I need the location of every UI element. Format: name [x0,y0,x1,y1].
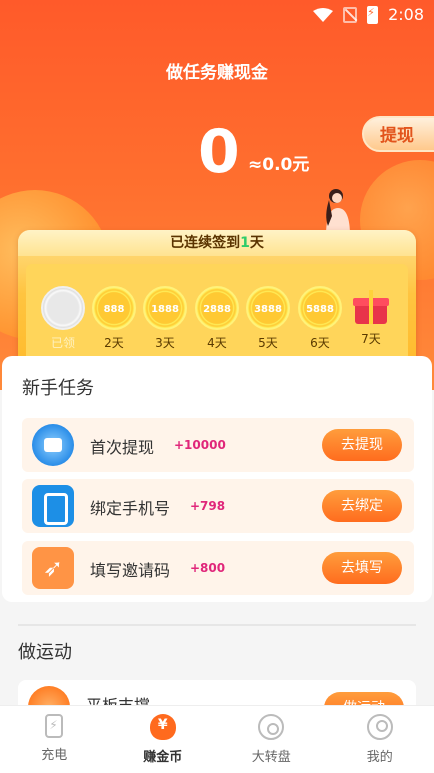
go-fill-button[interactable]: 去填写 [322,552,402,584]
nav-item-charge[interactable]: 充电 [0,706,109,773]
coin-icon: 1888 [143,286,187,330]
checkin-days-count: 1 [240,235,250,251]
checkin-day-label: 3天 [155,336,175,350]
nav-item-me[interactable]: 我的 [326,706,434,773]
coin-bag-icon [149,714,176,740]
bottom-nav: 充电 赚金币 大转盘 我的 [0,705,434,773]
checkin-day-label: 4天 [207,336,227,350]
nav-label: 我的 [366,750,393,765]
task-bonus: +798 [190,499,226,513]
header-area: 2:08 做任务赚现金 提现 0 ≈0.0元 已连续签到1天 已领 888 2天… [0,0,434,390]
checkin-summary: 已连续签到1天 [18,230,416,256]
checkin-day-7[interactable]: 7天 [348,286,394,347]
checkin-day-label: 2天 [104,336,124,350]
task-bonus: +10000 [174,438,226,452]
nav-label: 充电 [41,748,68,763]
coin-icon [41,286,85,330]
wifi-icon [313,7,334,22]
task-row-bind-phone: 绑定手机号 +798 去绑定 [22,479,414,533]
coin-icon: 888 [92,286,136,330]
section-divider [18,624,416,626]
wallet-icon [32,424,74,466]
sports-section-title: 做运动 [18,642,72,663]
status-bar: 2:08 [0,0,434,30]
page-title: 做任务赚现金 [166,63,268,83]
checkin-day-label: 6天 [310,336,330,350]
task-bonus: +800 [190,561,226,575]
task-name: 绑定手机号 [90,499,171,518]
charge-icon [45,714,64,738]
checkin-day-label: 已领 [50,336,75,350]
coin-icon: 2888 [195,286,239,330]
checkin-day-5[interactable]: 3888 5天 [245,286,291,351]
checkin-day-6[interactable]: 5888 6天 [297,286,343,351]
gift-icon [351,290,391,326]
checkin-day-1[interactable]: 已领 [40,286,86,351]
coin-icon: 3888 [246,286,290,330]
battery-icon [367,5,379,24]
task-row-invite-code: 填写邀请码 +800 去填写 [22,541,414,595]
profile-icon [366,714,393,740]
coin-icon: 5888 [298,286,342,330]
checkin-prefix: 已连续签到 [170,235,241,251]
checkin-day-4[interactable]: 2888 4天 [194,286,240,351]
checkin-suffix: 天 [249,235,264,251]
checkin-day-label: 7天 [361,332,381,346]
phone-icon [32,485,74,527]
status-time: 2:08 [388,5,424,24]
withdraw-button[interactable]: 提现 [362,116,434,152]
nav-item-earn-coins[interactable]: 赚金币 [109,706,218,773]
wheel-icon [258,714,285,740]
nav-item-wheel[interactable]: 大转盘 [217,706,326,773]
go-withdraw-button[interactable]: 去提现 [322,429,402,461]
coin-balance: 0 [198,117,240,187]
task-name: 首次提现 [90,438,155,457]
newbie-task-title: 新手任务 [22,378,94,399]
checkin-day-2[interactable]: 888 2天 [91,286,137,351]
task-row-withdraw: 首次提现 +10000 去提现 [22,418,414,472]
nav-label: 大转盘 [251,750,291,765]
checkin-day-label: 5天 [258,336,278,350]
rocket-icon [32,547,74,589]
task-name: 填写邀请码 [90,561,171,580]
nav-label: 赚金币 [143,750,183,765]
girl-illustration-icon [326,189,350,236]
go-bind-button[interactable]: 去绑定 [322,490,402,522]
checkin-day-3[interactable]: 1888 3天 [142,286,188,351]
balance-rmb: ≈0.0元 [248,155,310,175]
no-sim-icon [343,6,358,23]
newbie-task-card: 新手任务 首次提现 +10000 去提现 绑定手机号 +798 去绑定 填写邀请… [2,356,432,602]
